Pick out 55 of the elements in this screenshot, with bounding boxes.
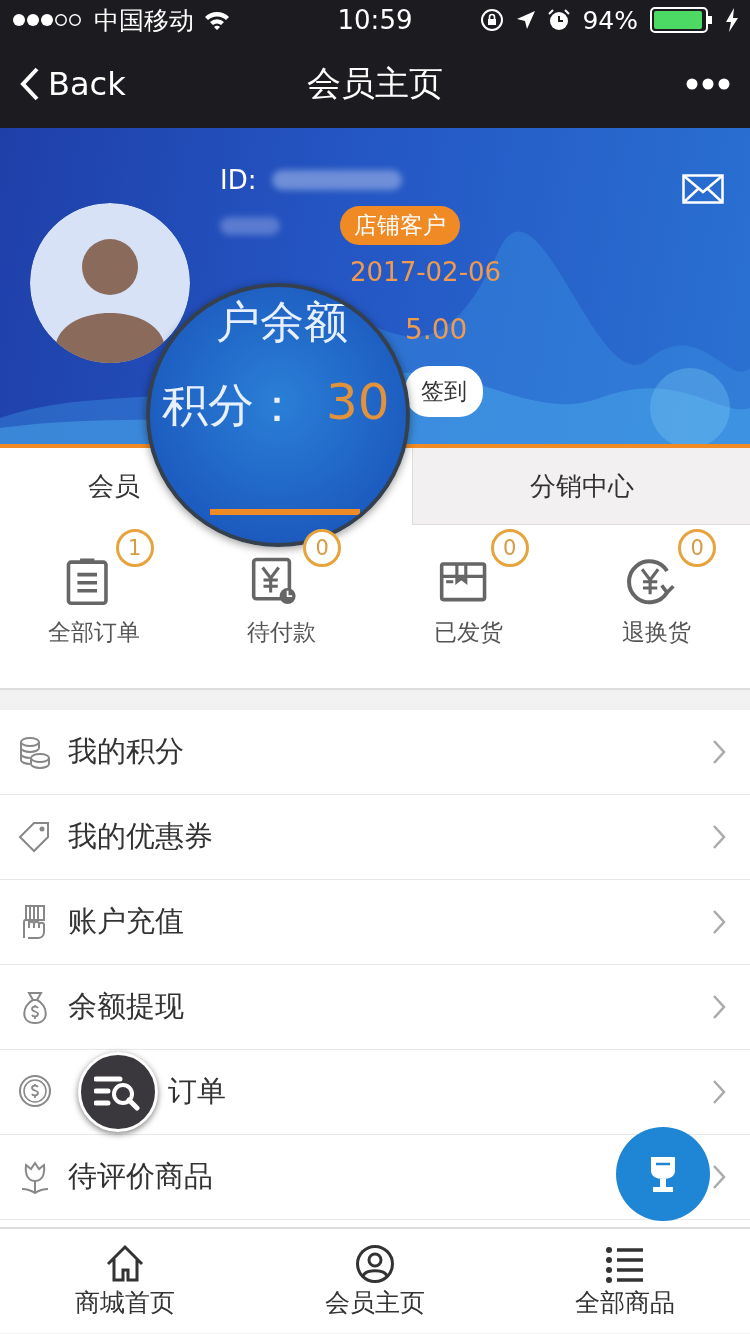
search-list-button[interactable] — [78, 1052, 158, 1132]
rotation-lock-icon — [480, 8, 505, 32]
location-arrow-icon — [516, 10, 537, 30]
points-value: 30 — [326, 373, 390, 431]
battery-percent: 94% — [582, 5, 638, 35]
nav-tab[interactable]: 商城首页 — [0, 1229, 250, 1333]
avatar-icon — [30, 203, 190, 363]
charging-bolt-icon — [726, 8, 738, 32]
order-label[interactable]: 全部订单 — [47, 617, 140, 648]
wifi-icon — [204, 10, 230, 30]
blurred-name — [220, 216, 280, 235]
count-badge: 0 — [678, 529, 717, 567]
carrier-name: 中国移动 — [94, 4, 194, 37]
id-label: ID: — [220, 165, 257, 195]
count-badge: 0 — [490, 529, 529, 567]
back-button[interactable]: Back — [20, 65, 200, 103]
chevron-right-icon — [712, 994, 726, 1020]
page-title: 会员主页 — [306, 62, 444, 105]
menu-item[interactable]: 我的积分 — [0, 710, 750, 795]
chevron-right-icon — [712, 1164, 726, 1190]
join-date: 2017-02-06 — [350, 257, 502, 287]
chevron-right-icon — [712, 1079, 726, 1105]
chevron-right-icon — [712, 824, 726, 850]
chevron-right-icon — [712, 909, 726, 935]
chevron-left-icon — [20, 67, 40, 101]
menu-item[interactable]: 余额提现 — [0, 965, 750, 1050]
balance-amount: 5.00 — [405, 313, 469, 346]
mail-icon[interactable] — [682, 174, 724, 204]
menu-item[interactable]: 订单 — [0, 1050, 750, 1135]
menu-item[interactable]: 账户充值 — [0, 880, 750, 965]
nav-tab[interactable]: 会员主页 — [250, 1229, 500, 1333]
coins-icon — [18, 734, 52, 770]
trophy-icon — [648, 1154, 678, 1194]
checkin-button[interactable]: 签到 — [405, 366, 483, 417]
member-badge: 店铺客户 — [340, 206, 460, 245]
tab[interactable]: 分销中心 — [412, 448, 750, 525]
clock-time: 10:59 — [337, 5, 413, 35]
alarm-clock-icon — [548, 9, 571, 31]
order-label[interactable]: 待付款 — [246, 617, 316, 648]
home-icon — [105, 1243, 145, 1284]
order-label[interactable]: 已发货 — [434, 617, 504, 648]
more-icon[interactable] — [686, 78, 730, 90]
battery-icon — [650, 7, 714, 33]
count-badge: 1 — [115, 529, 154, 567]
chevron-right-icon — [712, 739, 726, 765]
tag-icon — [18, 819, 52, 855]
count-badge: 0 — [303, 529, 342, 567]
order-label[interactable]: 退换货 — [621, 617, 691, 648]
user-icon — [355, 1243, 395, 1284]
nav-tab[interactable]: 全部商品 — [500, 1229, 750, 1333]
balance-label: 户余额 — [216, 295, 348, 349]
points-label: 积分： — [162, 377, 300, 434]
signal-icon — [12, 13, 84, 27]
menu-item[interactable]: 我的优惠券 — [0, 795, 750, 880]
coin-icon — [18, 1074, 52, 1110]
